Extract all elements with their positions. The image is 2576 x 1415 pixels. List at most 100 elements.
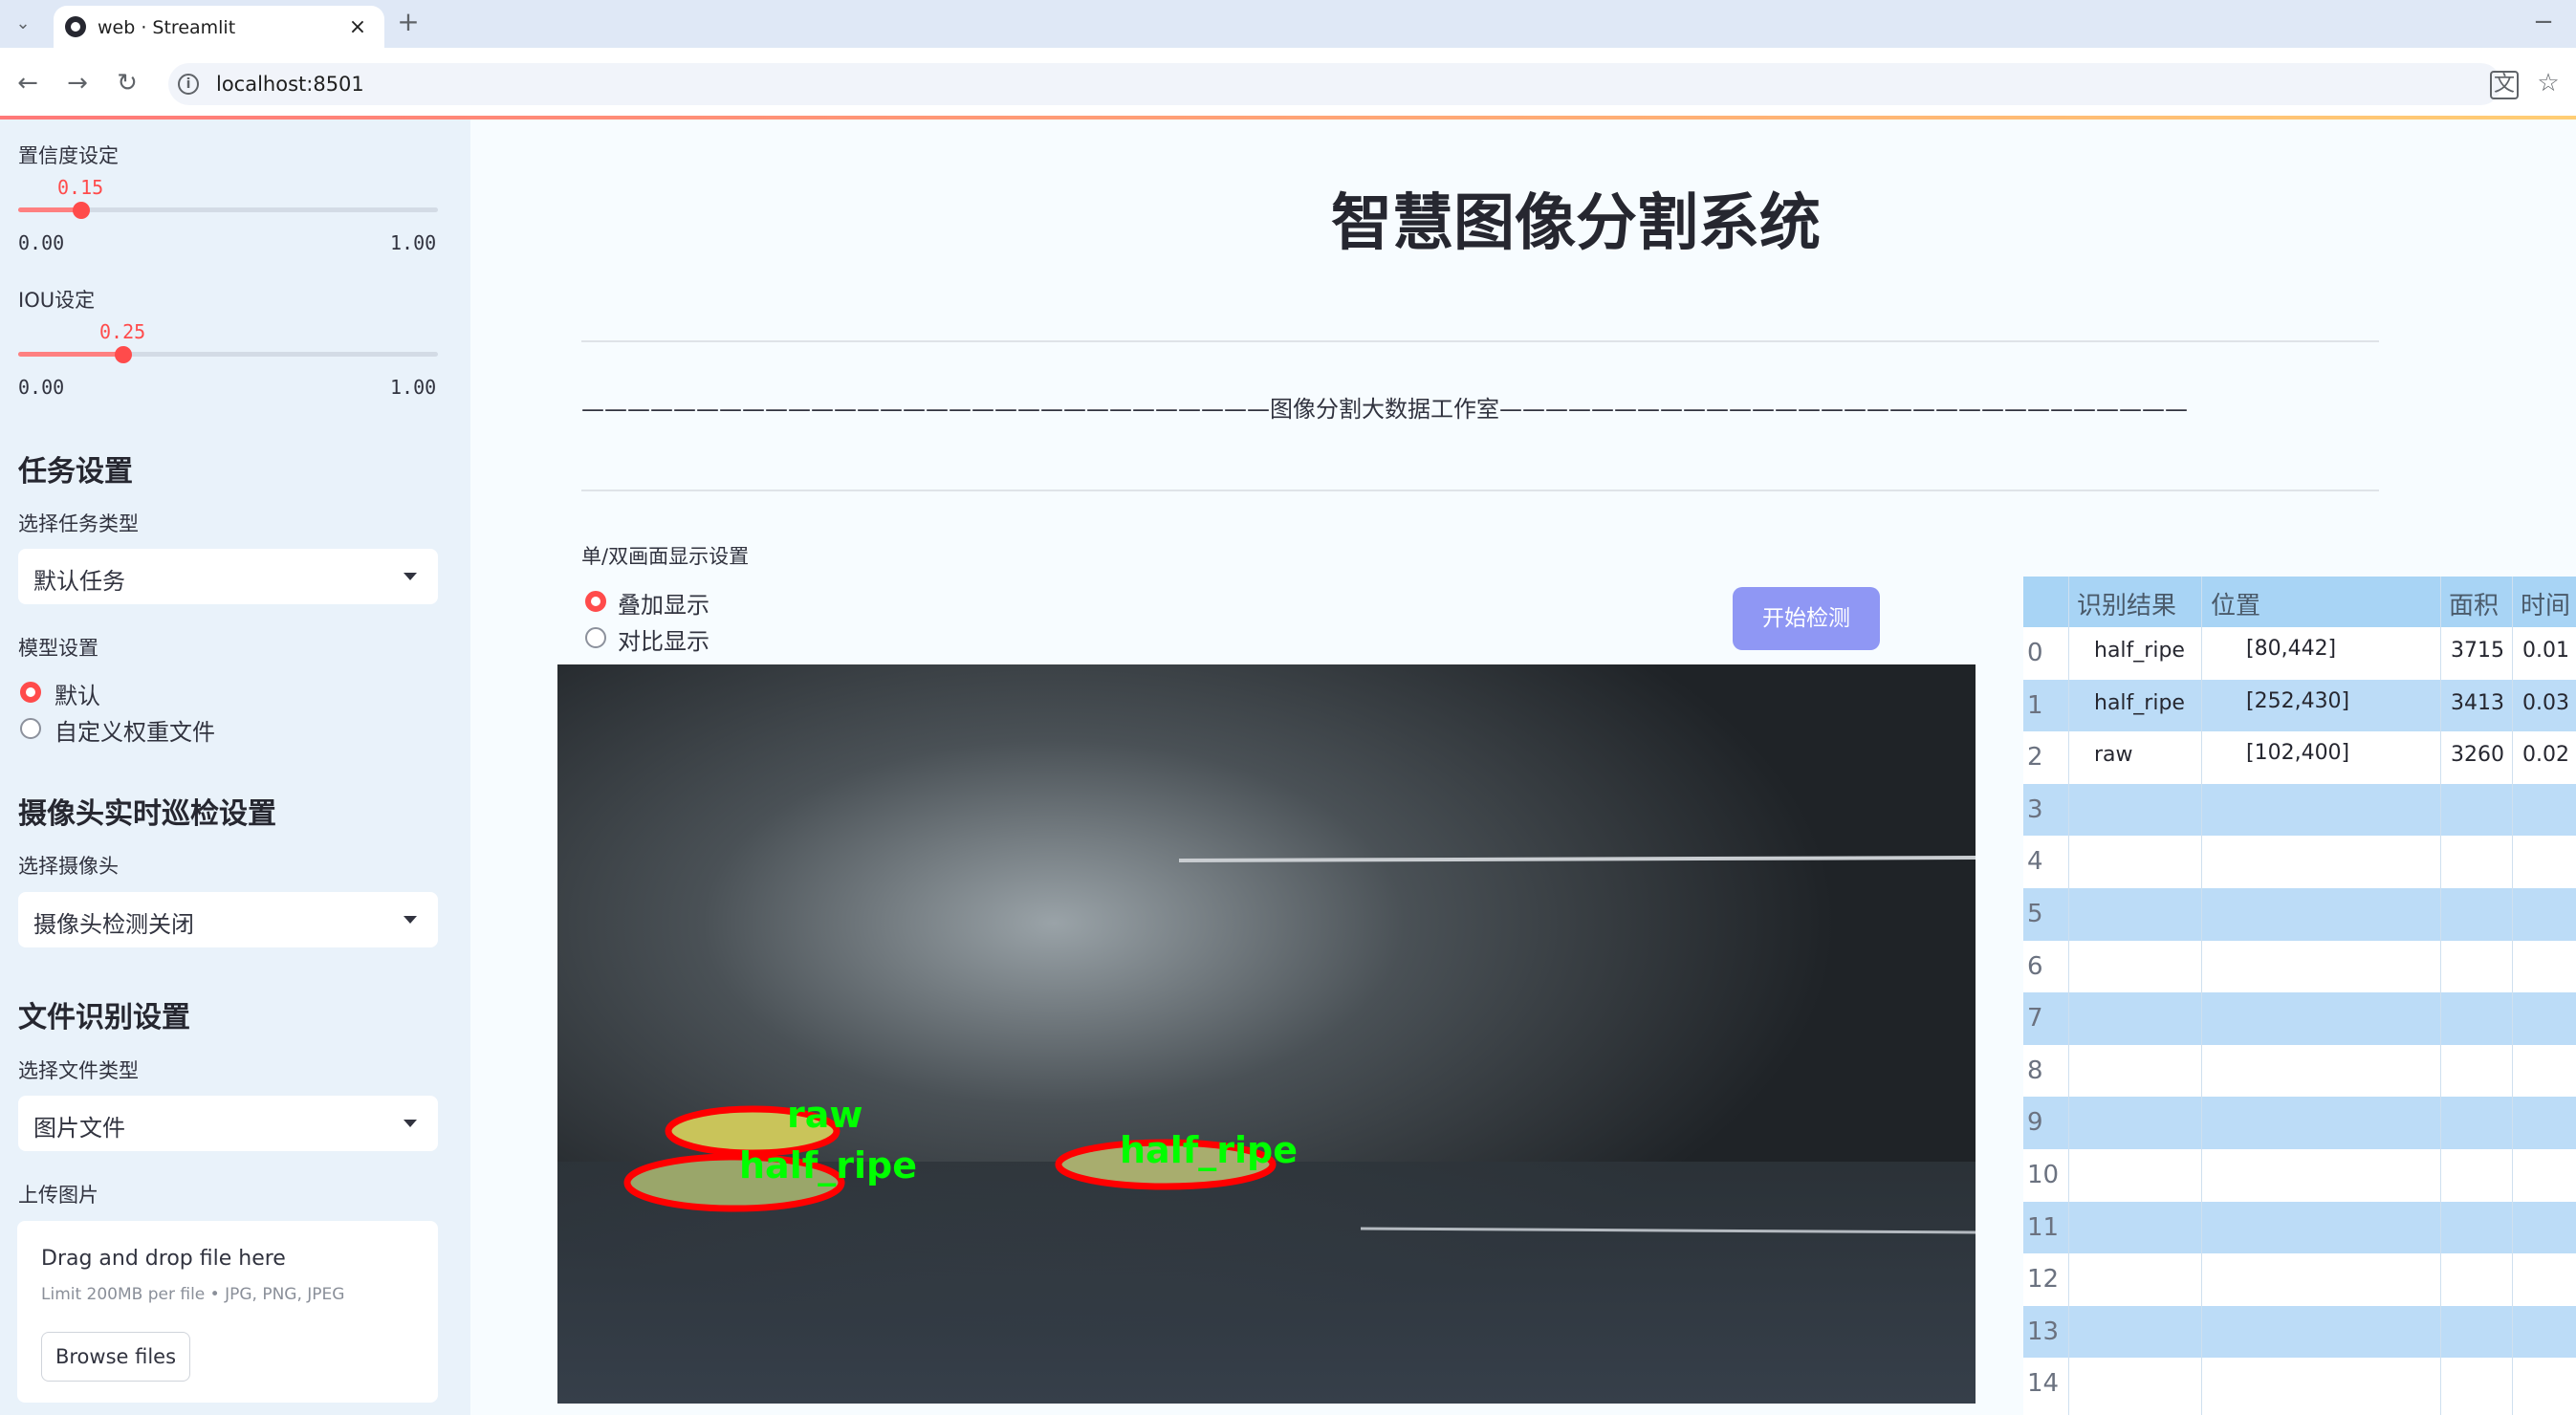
- start-detection-button[interactable]: 开始检测: [1733, 587, 1880, 650]
- confidence-slider-fill: [18, 207, 81, 212]
- tab-list-chevron-down-icon[interactable]: ⌄: [10, 11, 36, 38]
- file-type-value: 图片文件: [33, 1115, 125, 1142]
- streamlit-logo-icon: [65, 16, 86, 37]
- table-row[interactable]: 9: [2023, 1097, 2576, 1150]
- table-row[interactable]: 3: [2023, 783, 2576, 837]
- close-icon[interactable]: ×: [346, 15, 369, 39]
- task-type-label: 选择任务类型: [18, 512, 139, 535]
- table-row[interactable]: 1 half_ripe [252,430] 3413 0.03: [2023, 679, 2576, 732]
- star-icon[interactable]: ☆: [2534, 71, 2563, 99]
- display-option-compare[interactable]: 对比显示: [618, 622, 709, 656]
- row-index: 4: [2027, 847, 2043, 877]
- translate-icon[interactable]: 文: [2490, 71, 2519, 99]
- model-radio-default[interactable]: [20, 682, 41, 703]
- reload-icon[interactable]: ↻: [113, 71, 142, 99]
- url-text[interactable]: localhost:8501: [216, 73, 364, 96]
- task-settings-heading: 任务设置: [18, 455, 133, 489]
- bottom-rule: [581, 490, 2379, 491]
- model-settings-label: 模型设置: [18, 637, 98, 660]
- confidence-label: 置信度设定: [18, 144, 119, 167]
- row-index: 2: [2027, 743, 2043, 773]
- file-settings-heading: 文件识别设置: [18, 1001, 190, 1034]
- row-index: 7: [2027, 1004, 2043, 1034]
- table-row[interactable]: 5: [2023, 888, 2576, 941]
- column-divider: [2440, 577, 2441, 1415]
- display-option-overlay[interactable]: 叠加显示: [618, 586, 709, 620]
- row-index: 3: [2027, 795, 2043, 824]
- row-index: 9: [2027, 1108, 2043, 1138]
- upload-limit-text: Limit 200MB per file • JPG, PNG, JPEG: [41, 1285, 345, 1304]
- address-bar[interactable]: i localhost:8501: [168, 63, 2501, 105]
- table-row[interactable]: 8: [2023, 1044, 2576, 1098]
- row-index: 10: [2027, 1161, 2060, 1189]
- row-index: 14: [2027, 1369, 2060, 1399]
- table-row[interactable]: 14: [2023, 1358, 2576, 1411]
- header-position[interactable]: 位置: [2211, 586, 2260, 621]
- browser-tabstrip: [0, 0, 2576, 48]
- info-icon[interactable]: i: [178, 74, 199, 95]
- browser-tab[interactable]: web · Streamlit ×: [54, 6, 384, 48]
- display-radio-compare[interactable]: [585, 627, 606, 648]
- mask-label-half-ripe-1: half_ripe: [739, 1144, 917, 1186]
- model-option-custom[interactable]: 自定义权重文件: [55, 713, 215, 747]
- table-row[interactable]: 12: [2023, 1253, 2576, 1307]
- iou-label: IOU设定: [18, 289, 96, 312]
- row-index: 11: [2027, 1212, 2060, 1242]
- forward-icon[interactable]: →: [63, 71, 92, 99]
- display-radio-overlay[interactable]: [585, 591, 606, 612]
- table-row[interactable]: 11: [2023, 1201, 2576, 1254]
- model-option-default[interactable]: 默认: [55, 677, 100, 710]
- display-mode-label: 单/双画面显示设置: [581, 545, 750, 568]
- top-rule: [581, 340, 2379, 342]
- file-type-select[interactable]: 图片文件: [18, 1096, 438, 1151]
- row-index: 5: [2027, 900, 2043, 928]
- table-row[interactable]: 0 half_ripe [80,442] 3715 0.01: [2023, 627, 2576, 680]
- table-row[interactable]: 4: [2023, 836, 2576, 889]
- cell-position: [80,442]: [2246, 637, 2337, 661]
- header-time[interactable]: 时间: [2521, 586, 2570, 621]
- studio-divider-text: ——————————————————————————————图像分割大数据工作室…: [581, 396, 2188, 423]
- file-type-label: 选择文件类型: [18, 1059, 139, 1082]
- browse-files-button[interactable]: Browse files: [41, 1332, 190, 1382]
- iou-slider-thumb[interactable]: [114, 346, 132, 363]
- cell-position: [252,430]: [2246, 688, 2350, 713]
- table-row[interactable]: 6: [2023, 940, 2576, 993]
- task-type-select[interactable]: 默认任务: [18, 549, 438, 604]
- cell-time: 0.01: [2522, 639, 2569, 663]
- header-result[interactable]: 识别结果: [2077, 586, 2176, 621]
- minimize-icon[interactable]: −: [2529, 10, 2558, 38]
- iou-slider-fill: [18, 352, 123, 357]
- task-type-value: 默认任务: [33, 568, 125, 595]
- mask-label-half-ripe-2: half_ripe: [1120, 1129, 1298, 1171]
- table-row[interactable]: 7: [2023, 992, 2576, 1046]
- cell-position: [102,400]: [2246, 741, 2350, 766]
- confidence-max: 1.00: [390, 231, 437, 254]
- row-index: 6: [2027, 951, 2043, 981]
- iou-slider-track[interactable]: [18, 352, 438, 357]
- column-divider: [2512, 577, 2513, 1415]
- cell-area: 3715: [2451, 639, 2504, 663]
- iou-max: 1.00: [390, 376, 437, 399]
- chevron-down-icon: [404, 573, 417, 580]
- row-index: 8: [2027, 1056, 2043, 1085]
- iou-value: 0.25: [99, 320, 146, 343]
- table-row[interactable]: 10: [2023, 1149, 2576, 1202]
- upload-label: 上传图片: [18, 1184, 98, 1207]
- header-area[interactable]: 面积: [2449, 586, 2499, 621]
- cell-time: 0.02: [2522, 743, 2569, 768]
- back-icon[interactable]: ←: [13, 71, 42, 99]
- table-row[interactable]: 13: [2023, 1305, 2576, 1359]
- model-radio-custom[interactable]: [20, 718, 41, 739]
- confidence-slider-thumb[interactable]: [72, 202, 90, 219]
- page-title: 智慧图像分割系统: [1331, 188, 1821, 259]
- new-tab-plus-icon[interactable]: +: [394, 9, 423, 38]
- row-index: 13: [2027, 1317, 2060, 1346]
- camera-select[interactable]: 摄像头检测关闭: [18, 892, 438, 947]
- confidence-min: 0.00: [18, 231, 65, 254]
- table-row[interactable]: 2 raw [102,400] 3260 0.02: [2023, 731, 2576, 785]
- chevron-down-icon: [404, 1120, 417, 1127]
- results-table[interactable]: 识别结果 位置 面积 时间 0 half_ripe [80,442] 3715 0.01…: [2023, 577, 2576, 1415]
- confidence-value: 0.15: [57, 176, 104, 199]
- tab-title: web · Streamlit: [98, 17, 236, 38]
- row-index: 1: [2027, 690, 2043, 720]
